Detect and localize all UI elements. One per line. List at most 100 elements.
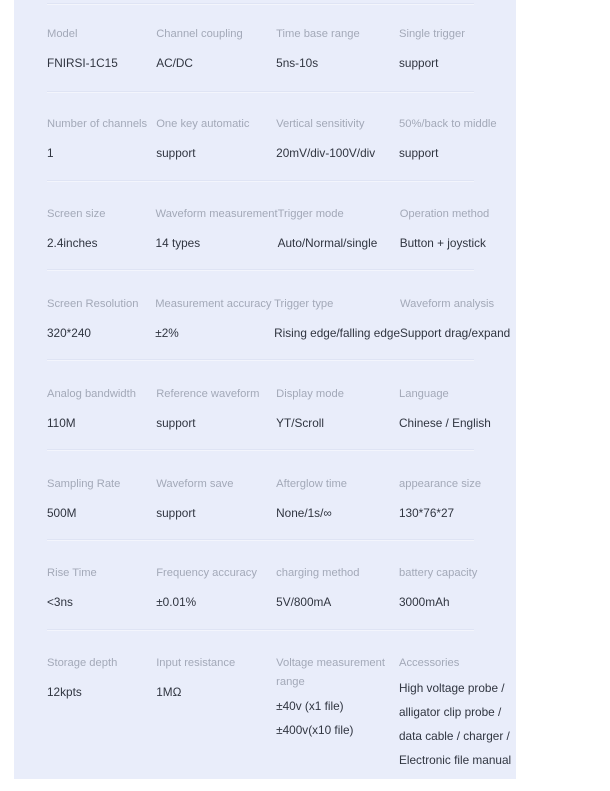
row-divider [47,449,474,451]
spec-value: <3ns [47,595,73,609]
spec-label-line2: range [276,676,305,688]
row-divider [47,269,474,271]
spec-cell: Frequency accuracy ±0.01% [156,566,276,614]
spec-cell: Channel coupling AC/DC [156,27,276,75]
spec-label: Trigger type [274,298,334,310]
spec-value: 14 types [155,236,201,250]
spec-cell: Number of channels 1 [47,117,156,165]
spec-cell: Afterglow time None/1s/∞ [276,477,399,525]
spec-label: 50%/back to middle [399,118,497,130]
table-row: Rise Time <3ns Frequency accuracy ±0.01%… [14,566,516,614]
spec-label: Analog bandwidth [47,388,136,400]
spec-cell: Trigger type Rising edge/falling edge [274,297,400,345]
spec-label: battery capacity [399,567,478,579]
spec-value: 110M [47,416,76,430]
spec-cell: Trigger mode Auto/Normal/single [278,207,400,255]
spec-cell: 50%/back to middle support [399,117,516,165]
spec-value: AC/DC [156,56,193,70]
spec-label: Accessories [399,657,460,669]
spec-label: Trigger mode [277,208,344,220]
spec-value: 2.4inches [47,236,98,250]
spec-value: 20mV/div-100V/div [276,146,376,160]
spec-value: support [399,146,439,160]
spec-cell: Rise Time <3ns [47,566,156,614]
table-row: Storage depth 12kpts Input resistance 1M… [14,656,516,772]
spec-cell: Display mode YT/Scroll [276,387,399,435]
spec-value-line: ±400v(x10 file) [276,723,354,737]
table-row: Screen size 2.4inches Waveform measureme… [14,207,516,255]
spec-value-line: Electronic file manual [399,753,512,767]
spec-cell: charging method 5V/800mA [276,566,399,614]
spec-cell: Time base range 5ns-10s [276,27,399,75]
spec-value: Auto/Normal/single [277,236,378,250]
spec-value: 130*76*27 [399,506,455,520]
spec-value: Rising edge/falling edge [274,326,401,340]
spec-value: support [399,56,439,70]
spec-label: Afterglow time [276,478,348,490]
spec-value: YT/Scroll [276,416,324,430]
spec-label: Time base range [276,28,360,40]
spec-cell: Waveform save support [156,477,276,525]
spec-value: 320*240 [47,326,91,340]
spec-label: Measurement accuracy [155,298,272,310]
spec-cell: Single trigger support [399,27,516,75]
spec-label: Waveform save [156,478,234,490]
spec-value: ±40v (x1 file) ±400v(x10 file) [276,694,399,742]
spec-label: Number of channels [47,118,148,130]
row-divider [47,359,474,361]
spec-value: 3000mAh [399,595,450,609]
spec-value: None/1s/∞ [276,506,332,520]
spec-label: Storage depth [47,657,118,669]
spec-label: Sampling Rate [47,478,121,490]
table-row: Number of channels 1 One key automatic s… [14,117,516,165]
row-divider [47,180,474,182]
spec-label: Voltage measurement [276,657,385,669]
spec-cell: Sampling Rate 500M [47,477,156,525]
spec-label: Vertical sensitivity [276,118,365,130]
spec-cell: Analog bandwidth 110M [47,387,156,435]
spec-label: appearance size [399,478,482,490]
spec-label: One key automatic [156,118,250,130]
spec-cell: Reference waveform support [156,387,276,435]
spec-value: support [156,416,196,430]
spec-cell: Model FNIRSI-1C15 [47,27,156,75]
spec-label: Reference waveform [156,388,260,400]
spec-value: Button + joystick [399,236,486,250]
spec-label: Model [47,28,78,40]
spec-value: 1MΩ [156,685,182,699]
specifications-table: Model FNIRSI-1C15 Channel coupling AC/DC… [14,0,516,779]
specifications-panel: Model FNIRSI-1C15 Channel coupling AC/DC… [14,0,516,779]
spec-value-line: High voltage probe / [399,681,505,695]
spec-value: support [156,146,196,160]
table-row: Screen Resolution 320*240 Measurement ac… [14,297,516,345]
table-row: Analog bandwidth 110M Reference waveform… [14,387,516,435]
spec-value: ±0.01% [156,595,197,609]
spec-label: Single trigger [399,28,465,40]
spec-cell: Screen size 2.4inches [47,207,156,255]
spec-value: High voltage probe / alligator clip prob… [399,676,516,772]
spec-cell: One key automatic support [156,117,276,165]
spec-value: 500M [47,506,77,520]
spec-cell: Screen Resolution 320*240 [47,297,155,345]
spec-cell: appearance size 130*76*27 [399,477,516,525]
spec-cell: Input resistance 1MΩ [156,656,276,772]
spec-cell: Vertical sensitivity 20mV/div-100V/div [276,117,399,165]
spec-label: Rise Time [47,567,97,579]
row-divider [47,539,474,541]
spec-value: 5ns-10s [276,56,319,70]
spec-value: support [156,506,196,520]
spec-label: Waveform measurement [155,208,278,220]
spec-cell: Measurement accuracy ±2% [155,297,274,345]
spec-value-line: alligator clip probe / [399,705,502,719]
table-row: Model FNIRSI-1C15 Channel coupling AC/DC… [14,27,516,75]
spec-label: Screen Resolution [47,298,139,310]
spec-label: Input resistance [156,657,236,669]
row-divider [47,629,474,631]
row-divider [47,3,474,5]
spec-label: Screen size [47,208,106,220]
row-divider [47,91,474,93]
spec-value: Chinese / English [399,416,491,430]
spec-cell: Voltage measurement range ±40v (x1 file)… [276,656,399,772]
spec-value: 1 [47,146,54,160]
spec-value: FNIRSI-1C15 [47,56,118,70]
